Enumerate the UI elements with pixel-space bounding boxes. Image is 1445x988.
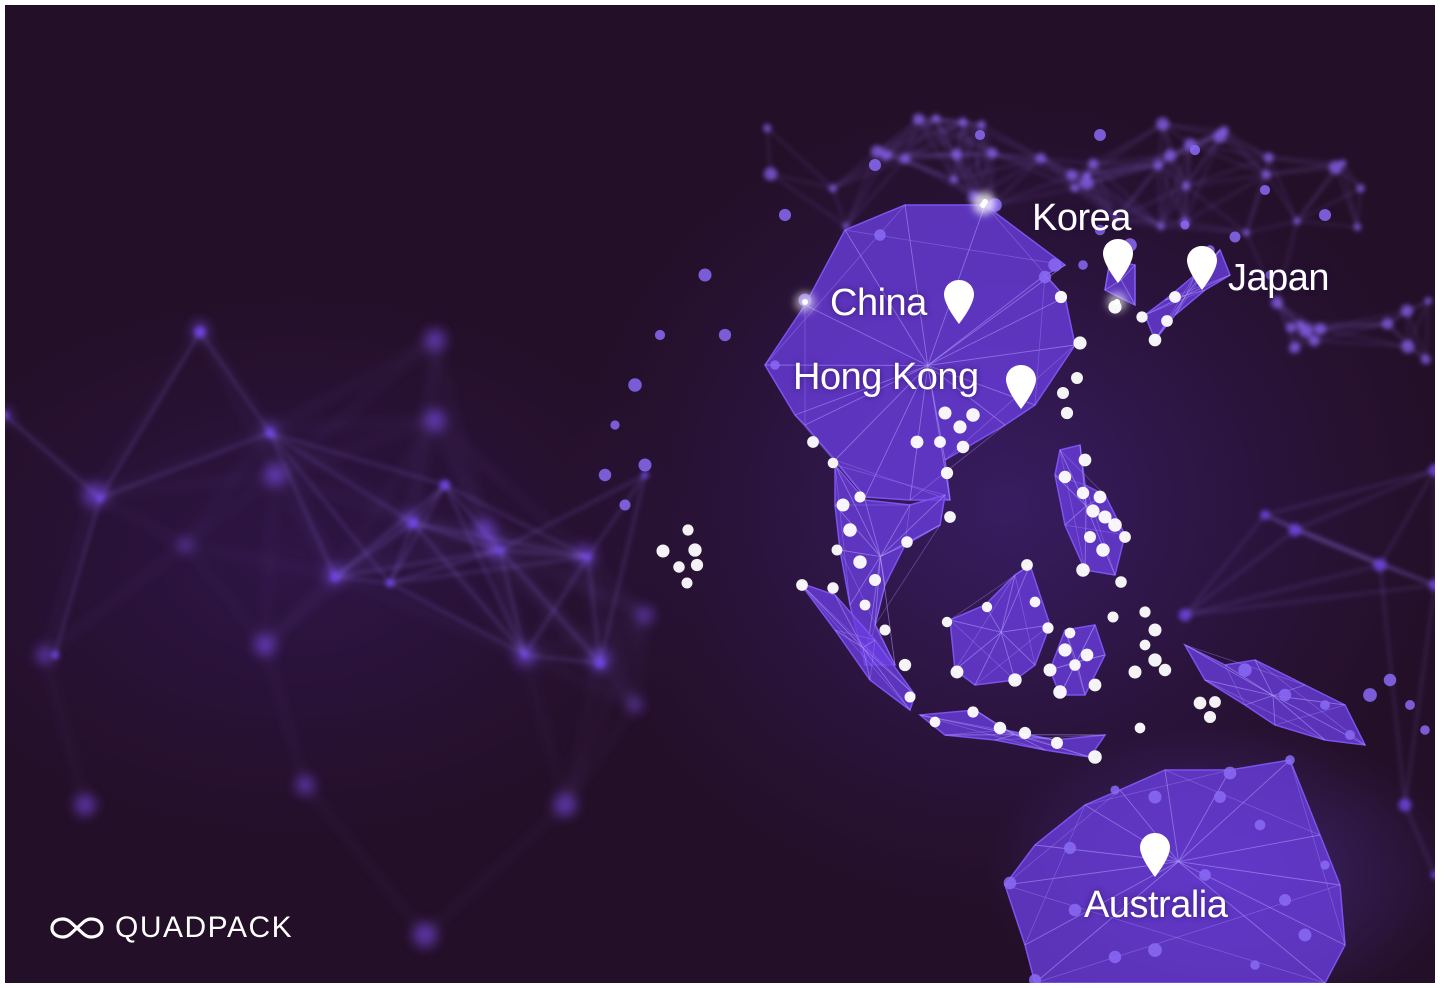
- map-pin-icon[interactable]: [1005, 364, 1037, 410]
- infinity-logo-icon: [50, 917, 104, 939]
- location-label-korea: Korea: [1032, 197, 1131, 239]
- map-pin-icon[interactable]: [1186, 245, 1218, 291]
- location-label-australia: Australia: [1084, 884, 1228, 926]
- map-canvas: Korea Japan China Hong Kong Australia QU: [5, 5, 1435, 983]
- network-map: [5, 113, 1435, 983]
- location-label-hong-kong: Hong Kong: [793, 356, 979, 398]
- map-pin-icon[interactable]: [943, 279, 975, 325]
- location-label-japan: Japan: [1228, 257, 1330, 299]
- brand-logo: QUADPACK: [49, 913, 293, 943]
- map-pin-icon[interactable]: [1102, 238, 1134, 284]
- brand-name: QUADPACK: [115, 911, 294, 944]
- map-pin-icon[interactable]: [1139, 832, 1171, 878]
- location-label-china: China: [830, 282, 927, 324]
